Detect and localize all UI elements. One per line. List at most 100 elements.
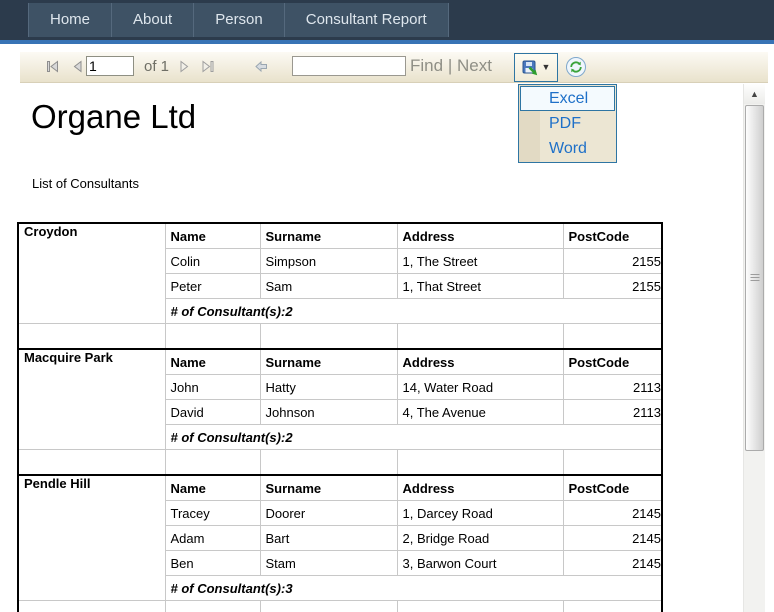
column-header-name: Name [165, 474, 261, 501]
spacer-cell [165, 449, 261, 476]
spacer-cell [17, 323, 166, 350]
report-toolbar: of 1 Find | Next [20, 52, 768, 83]
cell-name: David [165, 399, 261, 425]
column-header-surname: Surname [260, 222, 398, 249]
spacer-cell [17, 449, 166, 476]
cell-postcode: 2155 [563, 273, 663, 299]
cell-name: Adam [165, 525, 261, 551]
spacer-cell [563, 449, 663, 476]
spacer-cell [397, 449, 564, 476]
cell-address: 3, Barwon Court [397, 550, 564, 576]
spacer-cell [165, 323, 261, 350]
cell-address: 2, Bridge Road [397, 525, 564, 551]
column-header-address: Address [397, 474, 564, 501]
group-name-cell: Croydon [17, 222, 166, 324]
consultants-table: Croydon Name Surname Address PostCode Colin Si… [17, 222, 663, 612]
spacer-cell [165, 600, 261, 612]
consultant-count-cell: # of Consultant(s):2 [165, 424, 663, 450]
nav-tabs: Home About Person Consultant Report [28, 0, 774, 40]
report-subtitle: List of Consultants [32, 176, 139, 191]
find-next-separator: | [447, 56, 453, 75]
scrollbar-thumb[interactable] [745, 105, 764, 451]
scroll-up-button[interactable]: ▲ [744, 84, 765, 104]
cell-address: 14, Water Road [397, 374, 564, 400]
column-header-surname: Surname [260, 348, 398, 375]
spacer-row [17, 600, 663, 612]
nav-tab-about[interactable]: About [112, 3, 195, 37]
spacer-row [17, 449, 663, 476]
spacer-cell [563, 323, 663, 350]
cell-postcode: 2113 [563, 399, 663, 425]
spacer-cell [260, 323, 398, 350]
cell-name: Tracey [165, 500, 261, 526]
refresh-icon [566, 57, 586, 77]
export-menu-item-pdf[interactable]: PDF [520, 111, 615, 136]
search-input[interactable] [292, 56, 406, 76]
page-count-label: of 1 [144, 58, 170, 75]
cell-postcode: 2155 [563, 248, 663, 274]
export-menu-item-excel[interactable]: Excel [520, 86, 615, 111]
refresh-button[interactable] [565, 56, 587, 78]
nav-tab-person[interactable]: Person [194, 3, 285, 37]
report-viewer-page: HomeAboutPersonConsultant Report of 1 [0, 0, 774, 612]
cell-surname: Doorer [260, 500, 398, 526]
next-page-button[interactable] [179, 60, 189, 73]
export-format-menu: Excel PDF Word [518, 84, 617, 163]
cell-address: 4, The Avenue [397, 399, 564, 425]
previous-page-button[interactable] [73, 60, 83, 73]
cell-surname: Hatty [260, 374, 398, 400]
spacer-cell [397, 323, 564, 350]
export-button[interactable]: ▼ [514, 53, 558, 82]
cell-name: John [165, 374, 261, 400]
cell-postcode: 2145 [563, 550, 663, 576]
spacer-cell [397, 600, 564, 612]
cell-name: Colin [165, 248, 261, 274]
column-header-name: Name [165, 222, 261, 249]
group-name-cell: Pendle Hill [17, 474, 166, 601]
next-link[interactable]: Next [457, 56, 492, 75]
nav-tab-home[interactable]: Home [28, 3, 113, 37]
report-title: Organe Ltd [31, 98, 197, 135]
back-to-parent-button[interactable] [254, 59, 269, 74]
consultant-count-cell: # of Consultant(s):2 [165, 298, 663, 324]
cell-address: 1, The Street [397, 248, 564, 274]
cell-postcode: 2113 [563, 374, 663, 400]
spacer-cell [260, 600, 398, 612]
column-header-address: Address [397, 222, 564, 249]
cell-name: Ben [165, 550, 261, 576]
group-header-row: Pendle Hill Name Surname Address PostCode [17, 474, 663, 601]
group-name-cell: Macquire Park [17, 348, 166, 450]
spacer-cell [17, 600, 166, 612]
cell-postcode: 2145 [563, 500, 663, 526]
top-navbar: Home About Person Consultant Report [0, 0, 774, 44]
group-header-row: Croydon Name Surname Address PostCode [17, 222, 663, 324]
export-menu-item-word[interactable]: Word [520, 136, 615, 161]
group-header-row: Macquire Park Name Surname Address PostCode [17, 348, 663, 450]
cell-surname: Simpson [260, 248, 398, 274]
scrollbar-grip-icon [750, 274, 759, 282]
vertical-scrollbar[interactable]: ▲ [743, 84, 765, 612]
page-number-input[interactable] [86, 56, 134, 76]
cell-surname: Johnson [260, 399, 398, 425]
save-export-icon [522, 60, 537, 75]
cell-surname: Sam [260, 273, 398, 299]
column-header-postcode: PostCode [563, 474, 663, 501]
find-link[interactable]: Find [410, 56, 443, 75]
find-next-links: Find | Next [410, 56, 492, 76]
cell-address: 1, Darcey Road [397, 500, 564, 526]
column-header-postcode: PostCode [563, 222, 663, 249]
column-header-name: Name [165, 348, 261, 375]
column-header-postcode: PostCode [563, 348, 663, 375]
cell-surname: Bart [260, 525, 398, 551]
column-header-surname: Surname [260, 474, 398, 501]
cell-postcode: 2145 [563, 525, 663, 551]
column-header-address: Address [397, 348, 564, 375]
cell-address: 1, That Street [397, 273, 564, 299]
dropdown-caret-icon: ▼ [541, 62, 551, 72]
last-page-button[interactable] [201, 60, 215, 73]
first-page-button[interactable] [46, 60, 60, 73]
spacer-cell [260, 449, 398, 476]
nav-tab-consultant-report[interactable]: Consultant Report [284, 3, 449, 37]
scroll-up-arrow-icon: ▲ [750, 89, 759, 99]
cell-name: Peter [165, 273, 261, 299]
